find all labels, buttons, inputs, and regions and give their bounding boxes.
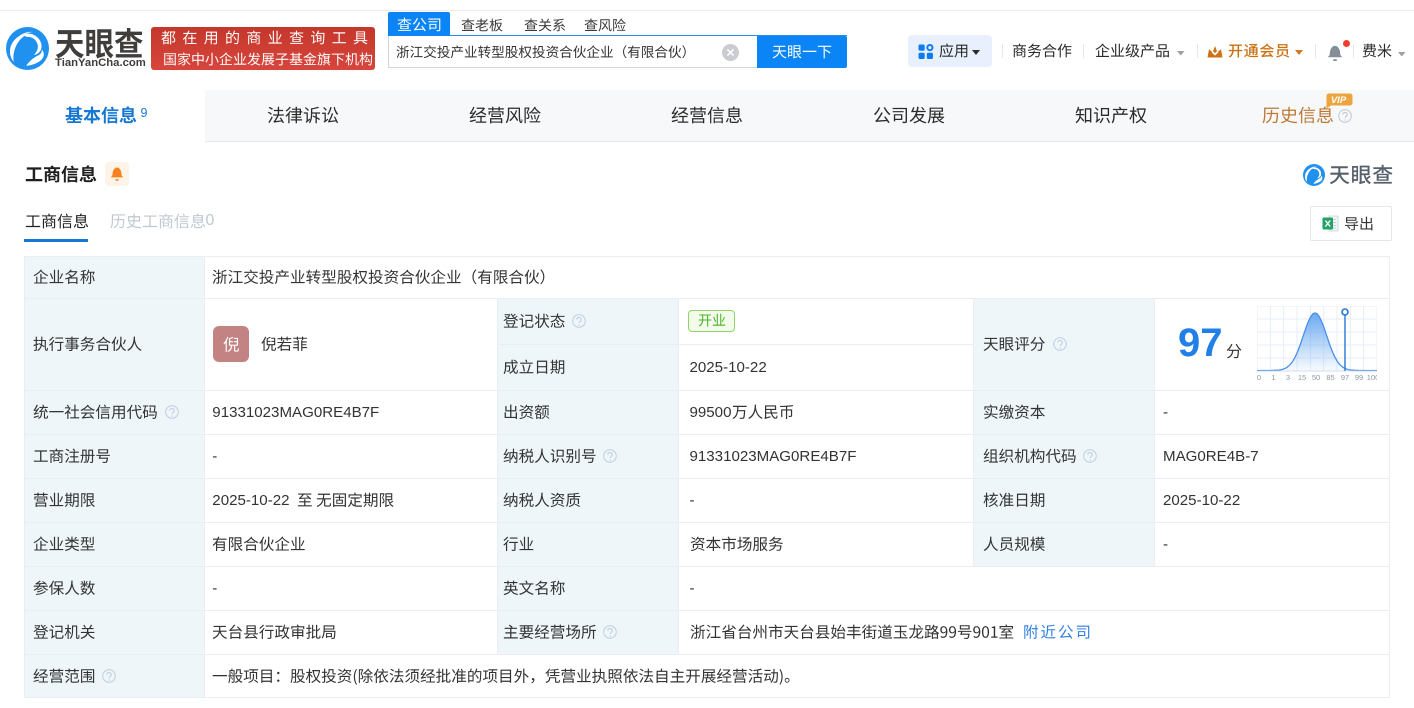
- svg-text:50: 50: [1312, 373, 1320, 382]
- svg-text:99: 99: [1355, 373, 1363, 382]
- svg-text:15: 15: [1298, 373, 1306, 382]
- svg-text:1: 1: [1271, 373, 1275, 382]
- svg-text:97: 97: [1341, 373, 1349, 382]
- svg-text:3: 3: [1286, 373, 1290, 382]
- svg-text:100: 100: [1367, 373, 1377, 382]
- svg-text:0: 0: [1257, 373, 1261, 382]
- svg-text:VIP: VIP: [1330, 95, 1346, 106]
- svg-text:85: 85: [1326, 373, 1334, 382]
